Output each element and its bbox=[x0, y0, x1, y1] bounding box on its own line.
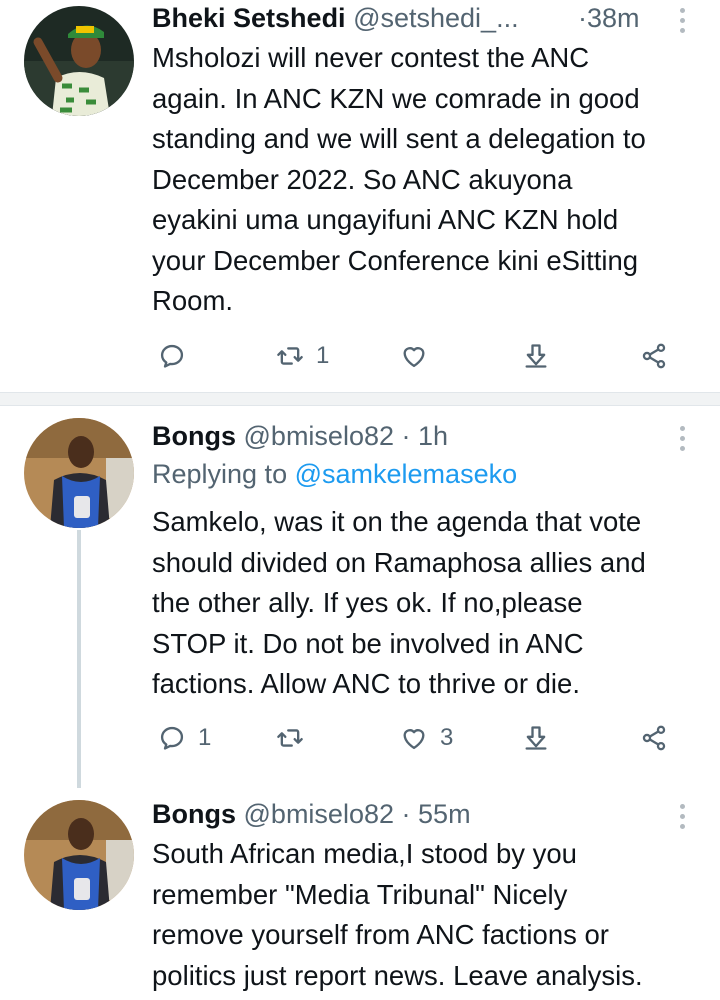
download-button[interactable] bbox=[522, 718, 550, 758]
display-name[interactable]: Bongs bbox=[152, 799, 236, 829]
text-line: factions. Allow ANC to thrive or die. bbox=[152, 668, 580, 699]
reply-button[interactable]: 1 bbox=[158, 718, 211, 758]
replying-label: Replying to bbox=[152, 459, 288, 489]
user-photo bbox=[24, 418, 134, 528]
retweet-icon bbox=[276, 342, 304, 370]
tweet-header: Bheki Setshedi @setshedi_... bbox=[152, 0, 519, 40]
user-photo bbox=[24, 800, 134, 910]
text-line: December 2022. So ANC akuyona bbox=[152, 163, 573, 195]
separator: · bbox=[578, 3, 587, 33]
like-button[interactable] bbox=[400, 336, 440, 376]
tweet-actions: 1 bbox=[152, 336, 692, 376]
text-line: Msholozi will never contest the ANC bbox=[152, 42, 590, 73]
user-photo bbox=[24, 6, 134, 116]
heart-icon bbox=[400, 342, 428, 370]
more-icon[interactable] bbox=[672, 0, 692, 40]
text-line: again. In ANC KZN we comrade in good bbox=[152, 82, 640, 114]
tweet-2[interactable]: Bongs @bmiselo82 · 1h Replying to @samke… bbox=[0, 418, 720, 778]
tweet-divider bbox=[0, 392, 720, 406]
download-button[interactable] bbox=[522, 336, 550, 376]
share-icon bbox=[640, 342, 668, 370]
tweet-text: Samkelo, was it on the agenda that vote … bbox=[152, 502, 708, 705]
text-line: should divided on Ramaphosa allies and bbox=[152, 546, 646, 578]
tweet-3[interactable]: Bongs @bmiselo82 · 55m South African med… bbox=[0, 796, 720, 1000]
retweet-button[interactable]: 1 bbox=[276, 336, 329, 376]
retweet-button[interactable] bbox=[276, 718, 316, 758]
avatar[interactable] bbox=[24, 6, 134, 116]
tweet-text: South African media,I stood by you remem… bbox=[152, 834, 708, 996]
tweet-header: Bongs @bmiselo82 · 1h bbox=[152, 418, 448, 458]
share-icon bbox=[640, 724, 668, 752]
reply-button[interactable] bbox=[158, 336, 198, 376]
text-line: remember "Media Tribunal" Nicely bbox=[152, 878, 568, 910]
heart-icon bbox=[400, 724, 428, 752]
user-handle[interactable]: @bmiselo82 bbox=[244, 421, 394, 451]
download-icon bbox=[522, 342, 550, 370]
text-line: eyakini uma ungayifuni ANC KZN hold bbox=[152, 204, 619, 235]
avatar[interactable] bbox=[24, 418, 134, 528]
more-icon[interactable] bbox=[672, 418, 692, 458]
user-handle[interactable]: @setshedi_... bbox=[353, 3, 519, 33]
tweet-1[interactable]: Bheki Setshedi @setshedi_... ·38m Msholo… bbox=[0, 0, 720, 392]
text-line: Samkelo, was it on the agenda that vote bbox=[152, 506, 642, 537]
retweet-count: 1 bbox=[316, 342, 330, 369]
tweet-text: Msholozi will never contest the ANC agai… bbox=[152, 38, 708, 322]
tweet-actions: 1 3 bbox=[152, 718, 692, 758]
text-line: remove yourself from ANC factions or bbox=[152, 919, 609, 950]
text-line: politics just report news. Leave analysi… bbox=[152, 959, 643, 991]
text-line: your December Conference kini eSitting bbox=[152, 244, 639, 276]
replying-handle-link[interactable]: @samkelemaseko bbox=[295, 459, 518, 489]
download-icon bbox=[522, 724, 550, 752]
text-line: Room. bbox=[152, 285, 233, 316]
tweet-timestamp: ·38m bbox=[578, 0, 640, 40]
reply-icon bbox=[158, 724, 186, 752]
avatar[interactable] bbox=[24, 800, 134, 910]
share-button[interactable] bbox=[640, 336, 668, 376]
text-line: South African media,I stood by you bbox=[152, 838, 577, 869]
retweet-icon bbox=[276, 724, 304, 752]
separator: · bbox=[401, 421, 411, 451]
separator: · bbox=[401, 799, 411, 829]
tweet-header: Bongs @bmiselo82 · 55m bbox=[152, 796, 471, 836]
text-line: standing and we will sent a delegation t… bbox=[152, 123, 646, 154]
timestamp[interactable]: 1h bbox=[418, 421, 448, 451]
share-button[interactable] bbox=[640, 718, 668, 758]
replying-to: Replying to @samkelemaseko bbox=[152, 456, 517, 492]
display-name[interactable]: Bheki Setshedi bbox=[152, 3, 346, 33]
like-count: 3 bbox=[440, 724, 454, 751]
reply-count: 1 bbox=[198, 724, 212, 751]
timestamp[interactable]: 38m bbox=[587, 3, 640, 33]
more-icon[interactable] bbox=[672, 796, 692, 836]
reply-icon bbox=[158, 342, 186, 370]
user-handle[interactable]: @bmiselo82 bbox=[244, 799, 394, 829]
text-line: STOP it. Do not be involved in ANC bbox=[152, 627, 584, 659]
text-line: the other ally. If yes ok. If no,please bbox=[152, 587, 583, 618]
display-name[interactable]: Bongs bbox=[152, 421, 236, 451]
like-button[interactable]: 3 bbox=[400, 718, 453, 758]
timestamp[interactable]: 55m bbox=[418, 799, 471, 829]
